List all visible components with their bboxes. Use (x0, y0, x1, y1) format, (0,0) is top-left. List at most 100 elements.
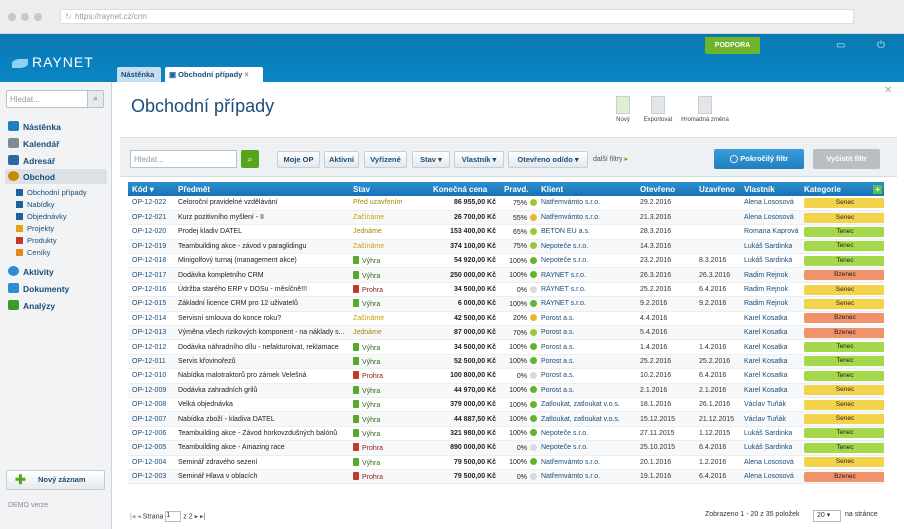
close-icon[interactable]: ✕ (884, 85, 892, 96)
cell-client[interactable]: Zatloukat, zatloukat v.o.s. (537, 411, 636, 427)
filter-otevreno[interactable]: Otevřeno od/do ▾ (508, 151, 588, 168)
cell-owner[interactable]: Karel Kosatka (740, 383, 800, 398)
cell-code[interactable]: OP-12-022 (128, 196, 174, 211)
export-button[interactable]: Exportovat (633, 96, 683, 123)
sidebar-subitem-objednavky[interactable]: Objednávky (16, 212, 67, 221)
table-row[interactable]: OP-12-008 Velká objednávka Výhra 379 000,00… (128, 397, 884, 413)
table-row[interactable]: OP-12-011 Servis křovinořezů Výhra 52 500,0… (128, 354, 884, 370)
sidebar-subitem-nabidky[interactable]: Nabídky (16, 200, 55, 209)
cell-owner[interactable]: Alena Lososová (740, 196, 800, 211)
cell-client[interactable]: Zatloukat, zatloukat v.o.s. (537, 397, 636, 413)
cell-client[interactable]: BETON EU a.s. (537, 224, 636, 240)
table-row[interactable]: OP-12-018 Minigolfový turnaj (management … (128, 253, 884, 269)
filter-stav[interactable]: Stav ▾ (412, 151, 450, 168)
cell-owner[interactable]: Romana Kaprová (740, 224, 800, 240)
cell-owner[interactable]: Alena Lososová (740, 469, 800, 485)
cell-client[interactable]: RAYNET s.r.o. (537, 267, 636, 283)
table-row[interactable]: OP-12-022 Celoroční pravidelné vzdělávání… (128, 196, 884, 211)
table-row[interactable]: OP-12-006 Teambuilding akce - Závod horko… (128, 426, 884, 442)
cell-code[interactable]: OP-12-005 (128, 440, 174, 456)
cell-client[interactable]: Porost a.s. (537, 368, 636, 384)
reload-icon[interactable]: ↻ (65, 10, 72, 23)
cell-code[interactable]: OP-12-009 (128, 383, 174, 398)
cell-client[interactable]: Natřemvámto s.r.o. (537, 455, 636, 470)
table-row[interactable]: OP-12-003 Seminář Hlava v oblacích Prohra 7… (128, 469, 884, 485)
col-header-kategorie[interactable]: Kategorie + (800, 182, 884, 196)
table-row[interactable]: OP-12-012 Dodávka náhradního dílu - nefak… (128, 339, 884, 355)
table-row[interactable]: OP-12-004 Seminář zdravého sezení Výhra 79 … (128, 455, 884, 470)
page-input[interactable]: 1 (165, 511, 182, 522)
search-icon[interactable]: ⌕ (241, 150, 259, 168)
col-header-konecna-cena[interactable]: Konečná cena (429, 182, 500, 196)
cell-code[interactable]: OP-12-010 (128, 368, 174, 384)
more-filters-link[interactable]: další filtry ▸ (593, 155, 628, 163)
sidebar-item-dokumenty[interactable]: Dokumenty (8, 283, 69, 294)
sidebar-item-aktivity[interactable]: Aktivity (8, 266, 54, 277)
cell-client[interactable]: Nepoteče s.r.o. (537, 253, 636, 269)
cell-owner[interactable]: Radim Rejnok (740, 296, 800, 312)
new-record-button[interactable]: ✚ Nový záznam (6, 470, 105, 490)
cell-code[interactable]: OP-12-014 (128, 311, 174, 327)
col-header-stav[interactable]: Stav (349, 182, 429, 196)
table-row[interactable]: OP-12-009 Dodávka zahradních grilů Výhra 44… (128, 383, 884, 398)
cell-code[interactable]: OP-12-016 (128, 282, 174, 298)
cell-code[interactable]: OP-12-007 (128, 411, 174, 427)
col-header-predmet[interactable]: Předmět (174, 182, 349, 196)
per-page-select[interactable]: 20 ▾ (813, 510, 841, 522)
sidebar-item-analyzy[interactable]: Analýzy (8, 300, 55, 311)
cell-client[interactable]: Nepoteče s.r.o. (537, 426, 636, 442)
cell-code[interactable]: OP-12-018 (128, 253, 174, 269)
advanced-filter-button[interactable]: ◯ Pokročilý filtr (714, 149, 804, 169)
app-logo[interactable]: RAYNET (12, 54, 94, 70)
sidebar-subitem-obchodni-pripady[interactable]: Obchodní případy (16, 188, 87, 197)
cell-code[interactable]: OP-12-011 (128, 354, 174, 370)
bulk-change-button[interactable]: Hromadná změna (680, 96, 730, 123)
table-row[interactable]: OP-12-014 Servisní smlouva do konce roku?… (128, 311, 884, 327)
cell-client[interactable]: RAYNET s.r.o. (537, 296, 636, 312)
cell-code[interactable]: OP-12-017 (128, 267, 174, 283)
cell-code[interactable]: OP-12-008 (128, 397, 174, 413)
cell-client[interactable]: Natřemvámto s.r.o. (537, 210, 636, 226)
col-header-uzavreno[interactable]: Uzavřeno (695, 182, 740, 196)
cell-owner[interactable]: Lukáš Sardinka (740, 426, 800, 442)
sidebar-search-input[interactable]: Hledat... ⌕ (6, 90, 104, 108)
next-page-icon[interactable]: ▸ ▸| (195, 513, 206, 520)
first-page-icon[interactable]: |◂ ◂ (130, 513, 141, 520)
window-dot-icon[interactable] (21, 13, 29, 21)
cell-owner[interactable]: Karel Kosatka (740, 311, 800, 327)
filter-vlastnik[interactable]: Vlastník ▾ (454, 151, 504, 168)
col-header-kod[interactable]: Kód ▾ (128, 182, 174, 196)
col-header-klient[interactable]: Klient (537, 182, 636, 196)
clear-filter-button[interactable]: Vyčistit filtr (813, 149, 880, 169)
sidebar-item-kalendar[interactable]: Kalendář (8, 138, 59, 149)
cell-client[interactable]: Nepoteče s.r.o. (537, 239, 636, 255)
table-row[interactable]: OP-12-017 Dodávka kompletního CRM Výhra 250… (128, 267, 884, 283)
window-dot-icon[interactable] (8, 13, 16, 21)
cell-code[interactable]: OP-12-021 (128, 210, 174, 226)
table-row[interactable]: OP-12-016 Údržba starého ERP v DOSu - měs… (128, 282, 884, 298)
col-header-otevreno[interactable]: Otevřeno (636, 182, 695, 196)
cell-client[interactable]: Natřemvámto s.r.o. (537, 469, 636, 485)
table-row[interactable]: OP-12-010 Nabídka malotraktorů pro zámek … (128, 368, 884, 384)
cell-code[interactable]: OP-12-019 (128, 239, 174, 255)
filter-vyrizene[interactable]: Vyřízené (364, 151, 407, 168)
add-column-icon[interactable]: + (873, 184, 882, 194)
cell-client[interactable]: Porost a.s. (537, 354, 636, 370)
cell-client[interactable]: Porost a.s. (537, 325, 636, 341)
cell-owner[interactable]: Lukáš Sardinka (740, 440, 800, 456)
cell-owner[interactable]: Radim Rejnok (740, 282, 800, 298)
table-row[interactable]: OP-12-013 Výměna všech rizikových kompone… (128, 325, 884, 341)
search-icon[interactable]: ⌕ (87, 91, 103, 107)
col-header-vlastnik[interactable]: Vlastník (740, 182, 800, 196)
sidebar-subitem-projekty[interactable]: Projekty (16, 224, 54, 233)
table-row[interactable]: OP-12-019 Teambuilding akce - závod v par… (128, 239, 884, 255)
close-tab-icon[interactable]: × (242, 70, 248, 79)
tab-nastenka[interactable]: Nástěnka (117, 67, 161, 82)
table-row[interactable]: OP-12-005 Teambuilding akce - Amazing rac… (128, 440, 884, 456)
table-row[interactable]: OP-12-021 Kurz pozitivního myšlení - II Za… (128, 210, 884, 226)
sidebar-item-nastenka[interactable]: Nástěnka (8, 121, 61, 132)
col-header-pravd[interactable]: Pravd. (500, 182, 537, 196)
cell-client[interactable]: Porost a.s. (537, 383, 636, 398)
sidebar-subitem-produkty[interactable]: Produkty (16, 236, 57, 245)
cell-owner[interactable]: Karel Kosatka (740, 339, 800, 355)
